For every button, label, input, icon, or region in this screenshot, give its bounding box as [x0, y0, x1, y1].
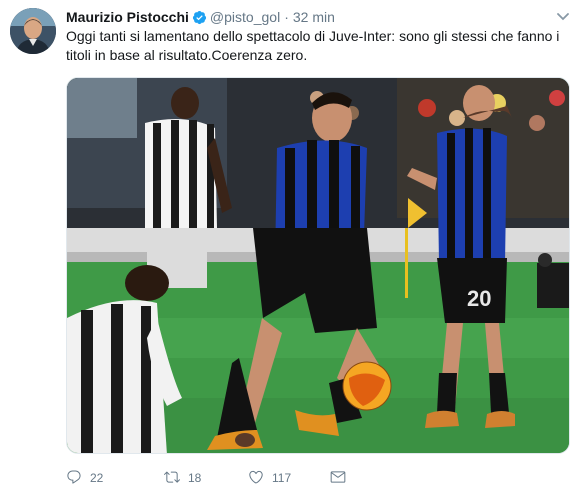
direct-message-icon	[330, 469, 346, 488]
timestamp[interactable]: 32 min	[293, 9, 335, 25]
like-button[interactable]: 117	[248, 469, 330, 488]
reply-icon	[66, 469, 82, 488]
separator-dot: ·	[284, 9, 289, 25]
caret-down-icon[interactable]	[556, 10, 570, 24]
reply-button[interactable]: 22	[66, 469, 164, 488]
tweet-text: Oggi tanti si lamentano dello spettacolo…	[66, 28, 560, 63]
tweet-actions: 22 18 117	[66, 468, 350, 488]
retweet-count: 18	[188, 471, 202, 485]
retweet-icon	[164, 469, 180, 488]
avatar[interactable]	[10, 8, 56, 54]
media-photo[interactable]: 20	[66, 77, 570, 454]
verified-badge-icon	[192, 10, 207, 25]
author-handle[interactable]: @pisto_gol	[210, 9, 280, 25]
jersey-number: 20	[467, 286, 491, 311]
like-icon	[248, 469, 264, 488]
author-name[interactable]: Maurizio Pistocchi	[66, 9, 189, 25]
direct-message-button[interactable]	[330, 469, 350, 488]
tweet-card: Maurizio Pistocchi @pisto_gol · 32 min O…	[0, 0, 582, 493]
like-count: 117	[272, 471, 292, 485]
retweet-button[interactable]: 18	[164, 469, 248, 488]
reply-count: 22	[90, 471, 104, 485]
tweet-header: Maurizio Pistocchi @pisto_gol · 32 min	[66, 8, 335, 26]
